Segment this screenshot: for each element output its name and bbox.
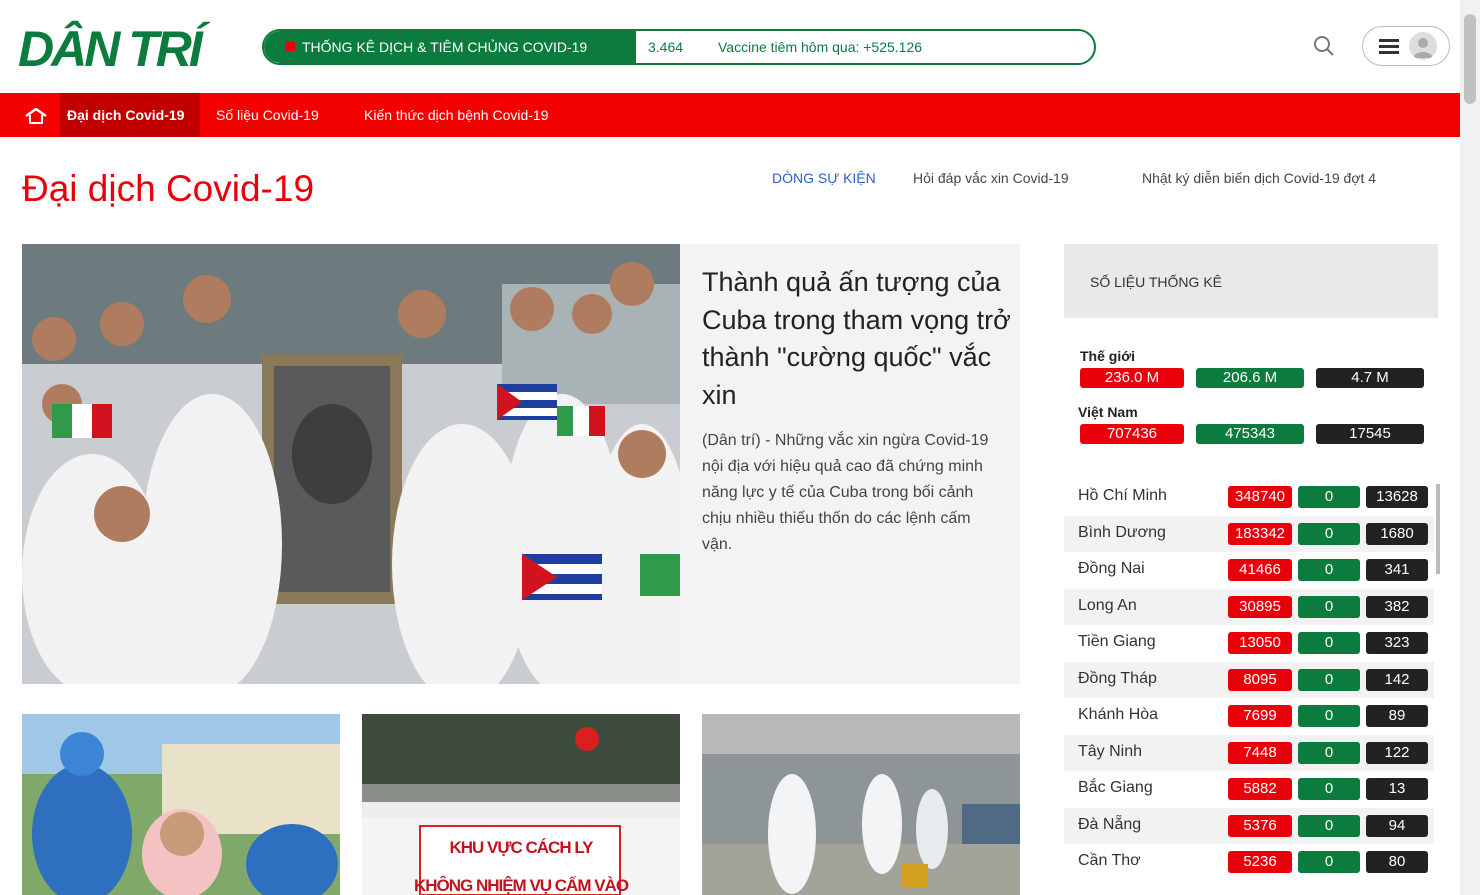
article-card[interactable]: KHU VỰC CÁCH LY KHÔNG NHIỆM VỤ CẤM VÀO bbox=[362, 714, 680, 895]
vn-cases: 707436 bbox=[1080, 424, 1184, 444]
nav-item-kien-thuc[interactable]: Kiến thức dịch bệnh Covid-19 bbox=[364, 107, 548, 123]
province-cases: 30895 bbox=[1228, 595, 1292, 618]
page: DÂN TRÍ THỐNG KÊ DỊCH & TIÊM CHỦNG COVID… bbox=[0, 0, 1480, 895]
province-cases: 348740 bbox=[1228, 486, 1292, 508]
province-deaths: 382 bbox=[1366, 595, 1428, 618]
article-card[interactable] bbox=[702, 714, 1020, 895]
province-row[interactable]: Đồng Tháp 8095 0 142 bbox=[1064, 661, 1434, 698]
province-deaths: 13628 bbox=[1366, 486, 1428, 508]
province-row[interactable]: Tây Ninh 7448 0 122 bbox=[1064, 734, 1434, 771]
province-row[interactable]: Cần Thơ 5236 0 80 bbox=[1064, 844, 1434, 880]
card-sign-text: KHU VỰC CÁCH LY bbox=[449, 838, 594, 857]
article-card[interactable] bbox=[22, 714, 340, 895]
nav-item-so-lieu[interactable]: Số liệu Covid-19 bbox=[216, 107, 319, 123]
card-sign-text: KHÔNG NHIỆM VỤ CẤM VÀO bbox=[413, 876, 629, 895]
province-recovered: 0 bbox=[1298, 595, 1360, 618]
province-recovered: 0 bbox=[1298, 522, 1360, 545]
province-scrollbar[interactable] bbox=[1436, 484, 1440, 574]
province-deaths: 94 bbox=[1366, 814, 1428, 837]
featured-summary: (Dân trí) - Những vắc xin ngừa Covid-19 … bbox=[702, 432, 989, 553]
province-name: Tiền Giang bbox=[1078, 633, 1156, 650]
covid-ticker[interactable]: THỐNG KÊ DỊCH & TIÊM CHỦNG COVID-19 3.46… bbox=[262, 29, 1096, 65]
events-label: DÒNG SỰ KIỆN bbox=[772, 170, 876, 186]
province-row[interactable]: Bình Dương 183342 0 1680 bbox=[1064, 515, 1434, 552]
world-deaths: 4.7 M bbox=[1316, 368, 1424, 388]
province-row[interactable]: Bắc Giang 5882 0 13 bbox=[1064, 771, 1434, 807]
province-recovered: 0 bbox=[1298, 668, 1360, 691]
province-deaths: 13 bbox=[1366, 778, 1428, 800]
province-recovered: 0 bbox=[1298, 741, 1360, 764]
province-name: Hồ Chí Minh bbox=[1078, 487, 1167, 504]
province-cases: 8095 bbox=[1228, 668, 1292, 691]
province-name: Đà Nẵng bbox=[1078, 815, 1142, 833]
ticker-label: THỐNG KÊ DỊCH & TIÊM CHỦNG COVID-19 bbox=[264, 31, 636, 63]
province-recovered: 0 bbox=[1298, 778, 1360, 800]
province-cases: 5882 bbox=[1228, 778, 1292, 800]
province-name: Tây Ninh bbox=[1078, 742, 1143, 760]
province-deaths: 341 bbox=[1366, 559, 1428, 581]
stats-header: SỐ LIỆU THỐNG KÊ bbox=[1064, 244, 1438, 318]
live-dot-icon bbox=[286, 42, 295, 51]
province-cases: 5376 bbox=[1228, 814, 1292, 837]
province-name: Đồng Nai bbox=[1078, 560, 1145, 577]
event-link[interactable]: Nhật ký diễn biến dịch Covid-19 đợt 4 bbox=[1142, 170, 1376, 186]
province-recovered: 0 bbox=[1298, 632, 1360, 654]
province-cases: 13050 bbox=[1228, 632, 1292, 654]
province-deaths: 89 bbox=[1366, 705, 1428, 727]
province-name: Long An bbox=[1078, 596, 1137, 614]
province-deaths: 142 bbox=[1366, 668, 1428, 691]
vn-label: Việt Nam bbox=[1078, 404, 1138, 420]
ticker-vaccine: Vaccine tiêm hôm qua: +525.126 bbox=[718, 39, 923, 55]
province-cases: 5236 bbox=[1228, 851, 1292, 873]
category-nav: Đại dịch Covid-19 Số liệu Covid-19 Kiến … bbox=[0, 93, 1460, 137]
province-row[interactable]: Long An 30895 0 382 bbox=[1064, 588, 1434, 625]
province-row[interactable]: Hồ Chí Minh 348740 0 13628 bbox=[1064, 479, 1434, 515]
province-recovered: 0 bbox=[1298, 705, 1360, 727]
page-title: Đại dịch Covid-19 bbox=[22, 168, 315, 209]
province-deaths: 80 bbox=[1366, 851, 1428, 873]
stats-heading: SỐ LIỆU THỐNG KÊ bbox=[1090, 274, 1222, 290]
province-cases: 183342 bbox=[1228, 522, 1292, 545]
ticker-count: 3.464 bbox=[648, 39, 684, 55]
event-link[interactable]: Hỏi đáp vắc xin Covid-19 bbox=[913, 170, 1069, 186]
featured-title[interactable]: Thành quả ấn tượng của Cuba trong tham v… bbox=[702, 264, 1018, 414]
province-deaths: 1680 bbox=[1366, 522, 1428, 545]
province-name: Bình Dương bbox=[1078, 523, 1166, 541]
province-recovered: 0 bbox=[1298, 851, 1360, 873]
province-recovered: 0 bbox=[1298, 814, 1360, 837]
nav-item-dai-dich[interactable]: Đại dịch Covid-19 bbox=[67, 107, 184, 123]
world-recovered: 206.6 M bbox=[1196, 368, 1304, 388]
user-avatar-icon bbox=[1409, 32, 1437, 60]
site-logo[interactable]: DÂN TRÍ bbox=[18, 24, 203, 74]
vn-recovered: 475343 bbox=[1196, 424, 1304, 444]
province-cases: 41466 bbox=[1228, 559, 1292, 581]
world-label: Thế giới bbox=[1080, 348, 1136, 364]
page-scrollbar[interactable] bbox=[1460, 0, 1480, 895]
site-header: DÂN TRÍ THỐNG KÊ DỊCH & TIÊM CHỦNG COVID… bbox=[0, 0, 1460, 92]
province-recovered: 0 bbox=[1298, 486, 1360, 508]
vn-deaths: 17545 bbox=[1316, 424, 1424, 444]
home-icon[interactable] bbox=[25, 107, 47, 124]
search-icon[interactable] bbox=[1312, 34, 1336, 58]
province-name: Đồng Tháp bbox=[1078, 669, 1157, 687]
province-row[interactable]: Đà Nẵng 5376 0 94 bbox=[1064, 807, 1434, 844]
province-row[interactable]: Khánh Hòa 7699 0 89 bbox=[1064, 698, 1434, 734]
province-name: Bắc Giang bbox=[1078, 779, 1153, 796]
province-name: Cần Thơ bbox=[1078, 852, 1141, 869]
province-deaths: 122 bbox=[1366, 741, 1428, 764]
account-menu-button[interactable] bbox=[1362, 26, 1450, 66]
scrollbar-thumb[interactable] bbox=[1464, 14, 1476, 104]
province-recovered: 0 bbox=[1298, 559, 1360, 581]
province-row[interactable]: Tiền Giang 13050 0 323 bbox=[1064, 625, 1434, 661]
province-name: Khánh Hòa bbox=[1078, 706, 1159, 723]
province-cases: 7448 bbox=[1228, 741, 1292, 764]
featured-image[interactable] bbox=[22, 244, 680, 684]
world-cases: 236.0 M bbox=[1080, 368, 1184, 388]
province-deaths: 323 bbox=[1366, 632, 1428, 654]
hamburger-icon bbox=[1379, 39, 1399, 55]
province-cases: 7699 bbox=[1228, 705, 1292, 727]
province-row[interactable]: Đồng Nai 41466 0 341 bbox=[1064, 552, 1434, 588]
